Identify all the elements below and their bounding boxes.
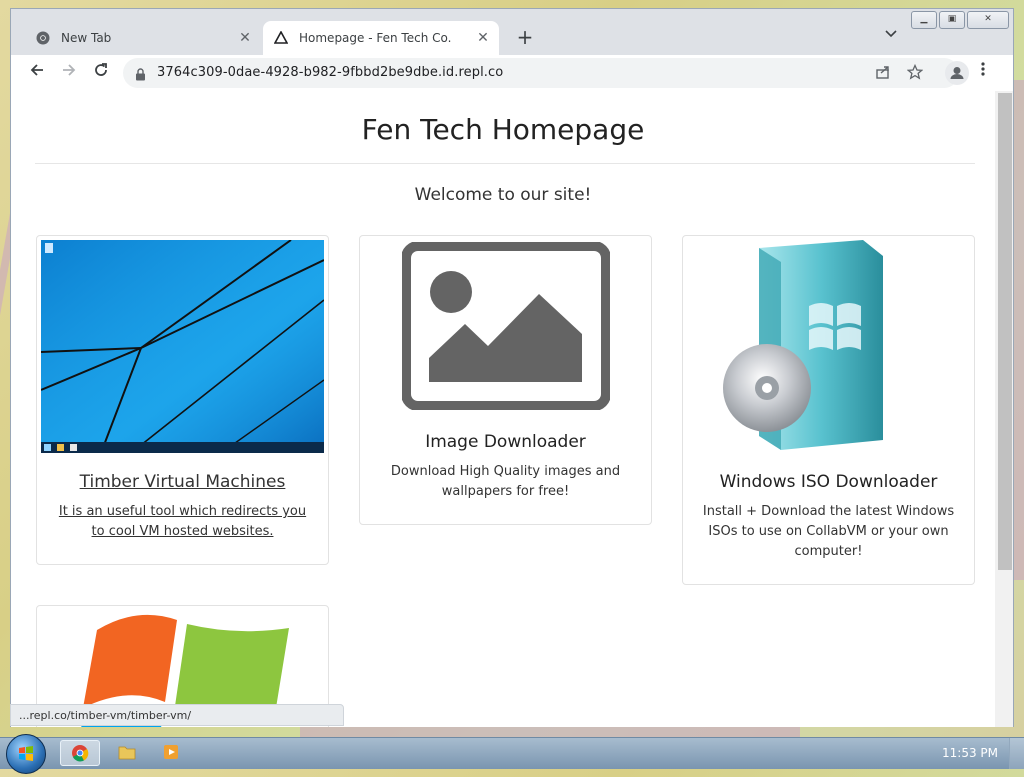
window-controls: ▁ ▣ ✕ [911,11,1009,29]
link-status-bar: ...repl.co/timber-vm/timber-vm/ [10,704,344,726]
page-viewport: Fen Tech Homepage Welcome to our site! T… [11,91,995,727]
browser-window: New Tab ✕ Homepage - Fen Tech Co. ✕ + ▁ … [10,8,1014,727]
address-bar[interactable]: 3764c309-0dae-4928-b982-9fbbd2be9dbe.id.… [123,58,959,88]
menu-kebab-icon[interactable] [981,61,985,81]
windows-software-box-icon [723,240,937,452]
url-text[interactable]: 3764c309-0dae-4928-b982-9fbbd2be9dbe.id.… [157,65,503,80]
tab-strip: New Tab ✕ Homepage - Fen Tech Co. ✕ + ▁ … [11,9,1013,55]
card-description: Download High Quality images and wallpap… [390,464,621,499]
minimize-button[interactable]: ▁ [911,11,937,29]
taskbar: 11:53 PM [0,734,1024,774]
image-placeholder-icon [402,242,610,410]
tab-new-tab[interactable]: New Tab ✕ [25,21,261,55]
card-description: Install + Download the latest Windows IS… [702,504,955,559]
tab-search-chevron-icon[interactable] [885,27,897,41]
chrome-icon [72,745,89,762]
card-title: Windows ISO Downloader [719,472,938,492]
new-tab-button[interactable]: + [513,25,537,49]
taskbar-media-player[interactable] [152,740,192,766]
welcome-text: Welcome to our site! [414,185,592,205]
share-icon[interactable] [875,64,891,84]
card-title: Image Downloader [425,432,586,452]
page-scrollbar[interactable] [995,91,1013,727]
card-title[interactable]: Timber Virtual Machines [37,472,328,492]
tab-homepage[interactable]: Homepage - Fen Tech Co. ✕ [263,21,499,55]
show-desktop-button[interactable] [1009,738,1024,769]
desktop-stripe [1014,80,1024,580]
start-button[interactable] [6,734,46,774]
tab-title: Homepage - Fen Tech Co. [299,31,452,45]
media-player-icon [164,745,178,759]
card-image-downloader[interactable]: Image Downloader Download High Quality i… [359,235,652,525]
windows8-desktop-thumbnail[interactable] [41,240,324,453]
close-tab-icon[interactable]: ✕ [473,30,493,46]
profile-avatar-icon[interactable] [945,61,969,85]
scrollbar-thumb[interactable] [998,93,1012,570]
taskbar-explorer[interactable] [108,740,148,766]
page-title: Fen Tech Homepage [361,113,645,146]
folder-icon [118,746,136,760]
maximize-button[interactable]: ▣ [939,11,965,29]
timber-vm-link[interactable]: Timber Virtual Machines [80,472,286,492]
card-description[interactable]: It is an useful tool which redirects you… [51,502,314,542]
lock-icon[interactable] [135,66,146,85]
taskbar-clock[interactable]: 11:53 PM [942,746,998,760]
desktop-stripe [300,726,800,737]
card-windows-iso[interactable]: Windows ISO Downloader Install + Downloa… [682,235,975,585]
reload-button[interactable] [89,61,113,85]
close-window-button[interactable]: ✕ [967,11,1009,29]
taskbar-chrome[interactable] [60,740,100,766]
bookmark-star-icon[interactable] [906,63,924,84]
divider [35,163,975,164]
timber-vm-description-link[interactable]: It is an useful tool which redirects you… [59,504,306,539]
chrome-icon [35,30,51,46]
back-button[interactable] [25,61,49,85]
forward-button[interactable] [57,61,81,85]
browser-toolbar: 3764c309-0dae-4928-b982-9fbbd2be9dbe.id.… [11,55,1013,92]
close-tab-icon[interactable]: ✕ [235,30,255,46]
replit-triangle-icon [273,30,289,46]
tab-title: New Tab [61,31,112,45]
card-timber-vm[interactable]: Timber Virtual Machines It is an useful … [36,235,329,565]
